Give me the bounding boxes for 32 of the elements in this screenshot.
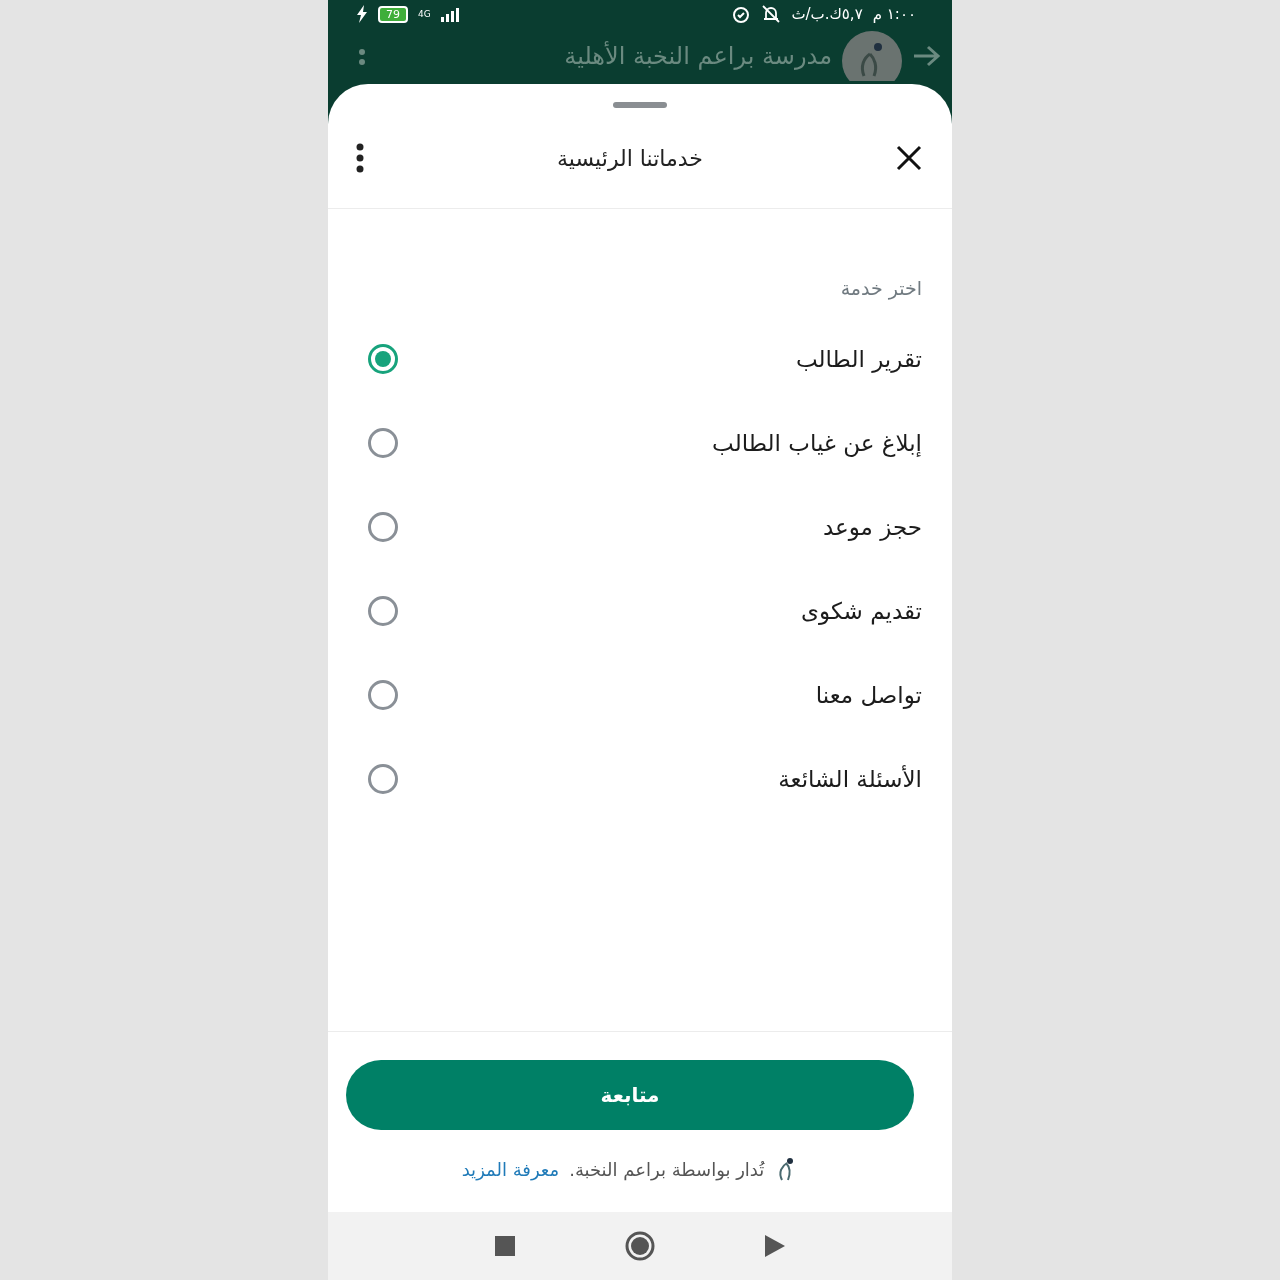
radio-button[interactable] <box>368 428 398 458</box>
avatar-icon <box>842 31 902 81</box>
footer-text: تُدار بواسطة براعم النخبة. <box>569 1158 765 1180</box>
continue-button[interactable]: متابعة <box>346 1060 914 1130</box>
option-label[interactable]: تقرير الطالب <box>796 346 922 372</box>
option-label[interactable]: تواصل معنا <box>815 682 922 708</box>
status-time: ١:٠٠ م <box>872 5 916 23</box>
network-speed: ٥,٧ك.ب/ث <box>791 5 863 23</box>
option-label[interactable]: إبلاغ عن غياب الطالب <box>712 430 922 456</box>
option-label[interactable]: تقديم شكوى <box>801 598 922 624</box>
alarm-icon <box>731 4 752 24</box>
radio-button[interactable] <box>368 680 398 710</box>
learn-more-link[interactable]: معرفة المزيد <box>461 1158 560 1180</box>
more-icon[interactable] <box>356 143 364 173</box>
sheet-title: خدماتنا الرئيسية <box>557 145 703 171</box>
network-label: 4G <box>418 9 431 19</box>
back-arrow-icon[interactable] <box>912 44 942 68</box>
muted-bell-icon <box>761 4 782 24</box>
radio-button[interactable] <box>368 344 398 374</box>
battery-icon: 79 <box>378 5 408 23</box>
option-label[interactable]: الأسئلة الشائعة <box>778 766 922 792</box>
drag-handle[interactable] <box>613 102 667 108</box>
home-icon[interactable] <box>625 1231 655 1261</box>
radio-button[interactable] <box>368 512 398 542</box>
back-icon[interactable] <box>765 1235 785 1257</box>
radio-button[interactable] <box>368 596 398 626</box>
school-name: مدرسة براعم النخبة الأهلية <box>564 42 832 70</box>
radio-button[interactable] <box>368 764 398 794</box>
section-label: اختر خدمة <box>839 277 922 299</box>
charging-icon <box>356 5 368 23</box>
close-icon[interactable] <box>896 145 922 171</box>
option-label[interactable]: حجز موعد <box>822 514 922 540</box>
